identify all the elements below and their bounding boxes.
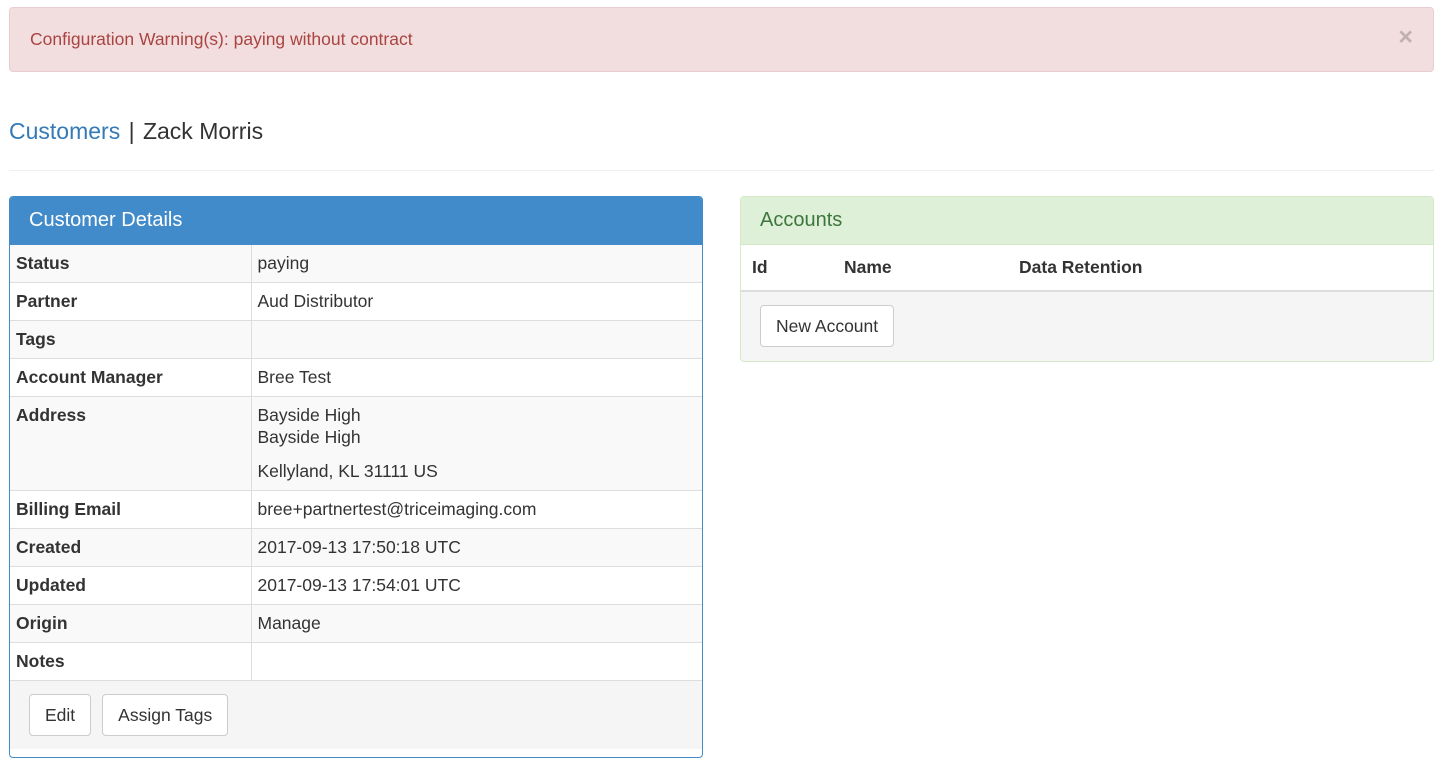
accounts-table: Id Name Data Retention <box>741 245 1433 292</box>
accounts-heading: Accounts <box>741 197 1433 245</box>
row-label-created: Created <box>10 528 252 567</box>
row-value-tags <box>251 320 702 359</box>
row-label-account-manager: Account Manager <box>10 358 252 397</box>
address-line-3: Kellyland, KL 31111 US <box>257 461 438 481</box>
config-warning-alert: Configuration Warning(s): paying without… <box>9 7 1434 72</box>
close-icon[interactable]: × <box>1398 25 1413 50</box>
new-account-button[interactable]: New Account <box>760 305 895 347</box>
row-label-partner: Partner <box>10 282 252 321</box>
customer-name: Zack Morris <box>142 118 264 144</box>
table-row: Updated 2017-09-13 17:54:01 UTC <box>10 566 702 605</box>
column-header-data-retention: Data Retention <box>1008 245 1433 292</box>
row-value-notes <box>251 642 702 680</box>
page-title: Customers | Zack Morris <box>9 118 1434 171</box>
edit-button[interactable]: Edit <box>29 694 92 736</box>
row-value-address: Bayside High Bayside High Kellyland, KL … <box>251 396 702 491</box>
row-label-notes: Notes <box>10 642 252 680</box>
table-row: Billing Email bree+partnertest@triceimag… <box>10 490 702 529</box>
breadcrumb-customers-link[interactable]: Customers <box>9 118 120 144</box>
row-label-status: Status <box>10 245 252 283</box>
customer-details-footer: Edit Assign Tags <box>10 680 702 749</box>
table-row: Address Bayside High Bayside High Kellyl… <box>10 396 702 491</box>
row-label-billing-email: Billing Email <box>10 490 252 529</box>
table-row: Partner Aud Distributor <box>10 282 702 321</box>
address-line-2: Bayside High <box>257 427 361 447</box>
accounts-panel: Accounts Id Name Data Retention New Acco… <box>740 196 1434 362</box>
alert-message: Configuration Warning(s): paying without… <box>30 29 413 49</box>
customer-details-table: Status paying Partner Aud Distributor Ta… <box>10 245 702 680</box>
column-header-id: Id <box>741 245 833 292</box>
row-label-address: Address <box>10 396 252 491</box>
row-label-origin: Origin <box>10 604 252 643</box>
table-header-row: Id Name Data Retention <box>741 245 1433 292</box>
row-value-status: paying <box>251 245 702 283</box>
table-row: Origin Manage <box>10 604 702 643</box>
row-value-origin: Manage <box>251 604 702 643</box>
table-row: Status paying <box>10 245 702 283</box>
customer-details-panel: Customer Details Status paying Partner A… <box>9 196 703 758</box>
address-spacer <box>258 448 697 460</box>
row-value-billing-email: bree+partnertest@triceimaging.com <box>251 490 702 529</box>
row-value-partner: Aud Distributor <box>251 282 702 321</box>
table-row: Notes <box>10 642 702 680</box>
table-row: Account Manager Bree Test <box>10 358 702 397</box>
row-value-account-manager: Bree Test <box>251 358 702 397</box>
accounts-footer: New Account <box>741 292 1433 361</box>
row-label-updated: Updated <box>10 566 252 605</box>
address-line-1: Bayside High <box>257 405 361 425</box>
breadcrumb-separator: | <box>128 118 135 144</box>
row-value-created: 2017-09-13 17:50:18 UTC <box>251 528 702 567</box>
table-row: Tags <box>10 320 702 359</box>
row-value-updated: 2017-09-13 17:54:01 UTC <box>251 566 702 605</box>
table-row: Created 2017-09-13 17:50:18 UTC <box>10 528 702 567</box>
assign-tags-button[interactable]: Assign Tags <box>102 694 229 736</box>
customer-details-heading: Customer Details <box>10 197 702 245</box>
column-header-name: Name <box>833 245 1008 292</box>
row-label-tags: Tags <box>10 320 252 359</box>
